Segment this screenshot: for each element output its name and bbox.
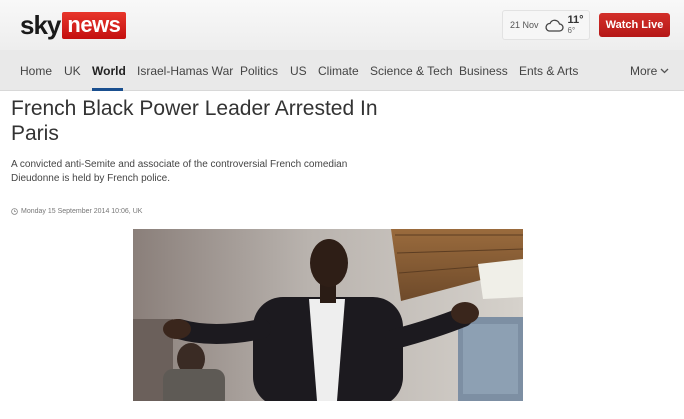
nav-item-politics[interactable]: Politics — [240, 64, 278, 78]
nav-item-israel-hamas-war[interactable]: Israel-Hamas War — [137, 64, 233, 78]
logo-news-text: news — [62, 11, 127, 39]
weather-temps: 11° 6° — [568, 15, 584, 35]
nav-item-world[interactable]: World — [92, 64, 126, 78]
nav-item-science-tech[interactable]: Science & Tech — [370, 64, 453, 78]
article-standfirst: A convicted anti-Semite and associate of… — [11, 159, 348, 184]
more-label: More — [630, 64, 658, 78]
nav-item-uk[interactable]: UK — [64, 64, 81, 78]
hero-photo — [133, 229, 523, 401]
nav-item-ents-arts[interactable]: Ents & Arts — [519, 64, 578, 78]
nav-item-home[interactable]: Home — [20, 64, 52, 78]
weather-date: 21 Nov — [510, 20, 539, 30]
timestamp-text: Monday 15 September 2014 10:06, UK — [21, 208, 143, 215]
logo-sky-text: sky — [20, 10, 61, 40]
nav-active-underline — [92, 88, 123, 91]
nav-item-us[interactable]: US — [290, 64, 307, 78]
more-menu-button[interactable]: More — [630, 64, 669, 78]
weather-widget[interactable]: 21 Nov 11° 6° — [502, 10, 590, 40]
site-header: sky news 21 Nov 11° 6° Watch Live — [0, 0, 684, 50]
clock-icon — [11, 208, 18, 215]
cloud-icon — [544, 19, 564, 32]
sky-news-logo[interactable]: sky news — [20, 10, 127, 40]
article-headline: French Black Power Leader Arrested In Pa… — [11, 97, 378, 145]
main-nav: Home UK World Israel-Hamas War Politics … — [0, 50, 684, 91]
temp-low: 6° — [567, 26, 576, 35]
article-hero-image[interactable] — [133, 229, 523, 401]
watch-live-button[interactable]: Watch Live — [599, 13, 670, 37]
temp-high: 11° — [567, 14, 584, 26]
nav-item-business[interactable]: Business — [459, 64, 508, 78]
nav-item-climate[interactable]: Climate — [318, 64, 359, 78]
article-timestamp: Monday 15 September 2014 10:06, UK — [11, 208, 142, 215]
chevron-down-icon — [660, 68, 669, 74]
